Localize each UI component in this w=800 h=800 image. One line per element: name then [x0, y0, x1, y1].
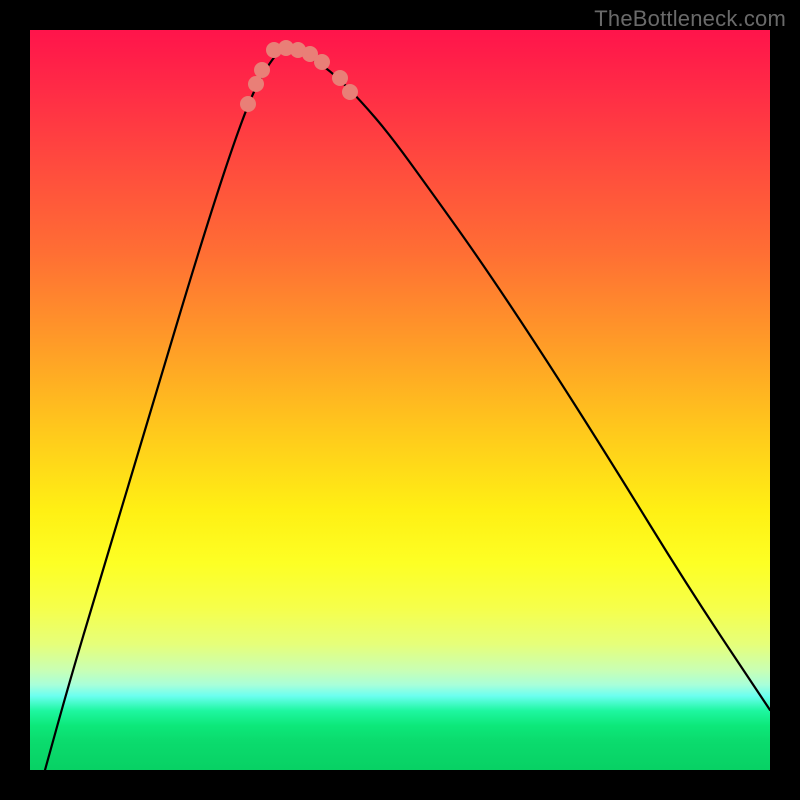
- data-point-bottom-5: [314, 54, 330, 70]
- watermark-text: TheBottleneck.com: [594, 6, 786, 32]
- bottleneck-curve: [45, 50, 770, 770]
- data-point-right-lower: [332, 70, 348, 86]
- data-point-left-upper: [240, 96, 256, 112]
- data-points-group: [240, 40, 358, 112]
- chart-frame: TheBottleneck.com: [0, 0, 800, 800]
- curve-svg: [30, 30, 770, 770]
- data-point-left-mid: [248, 76, 264, 92]
- data-point-right-upper: [342, 84, 358, 100]
- data-point-left-lower: [254, 62, 270, 78]
